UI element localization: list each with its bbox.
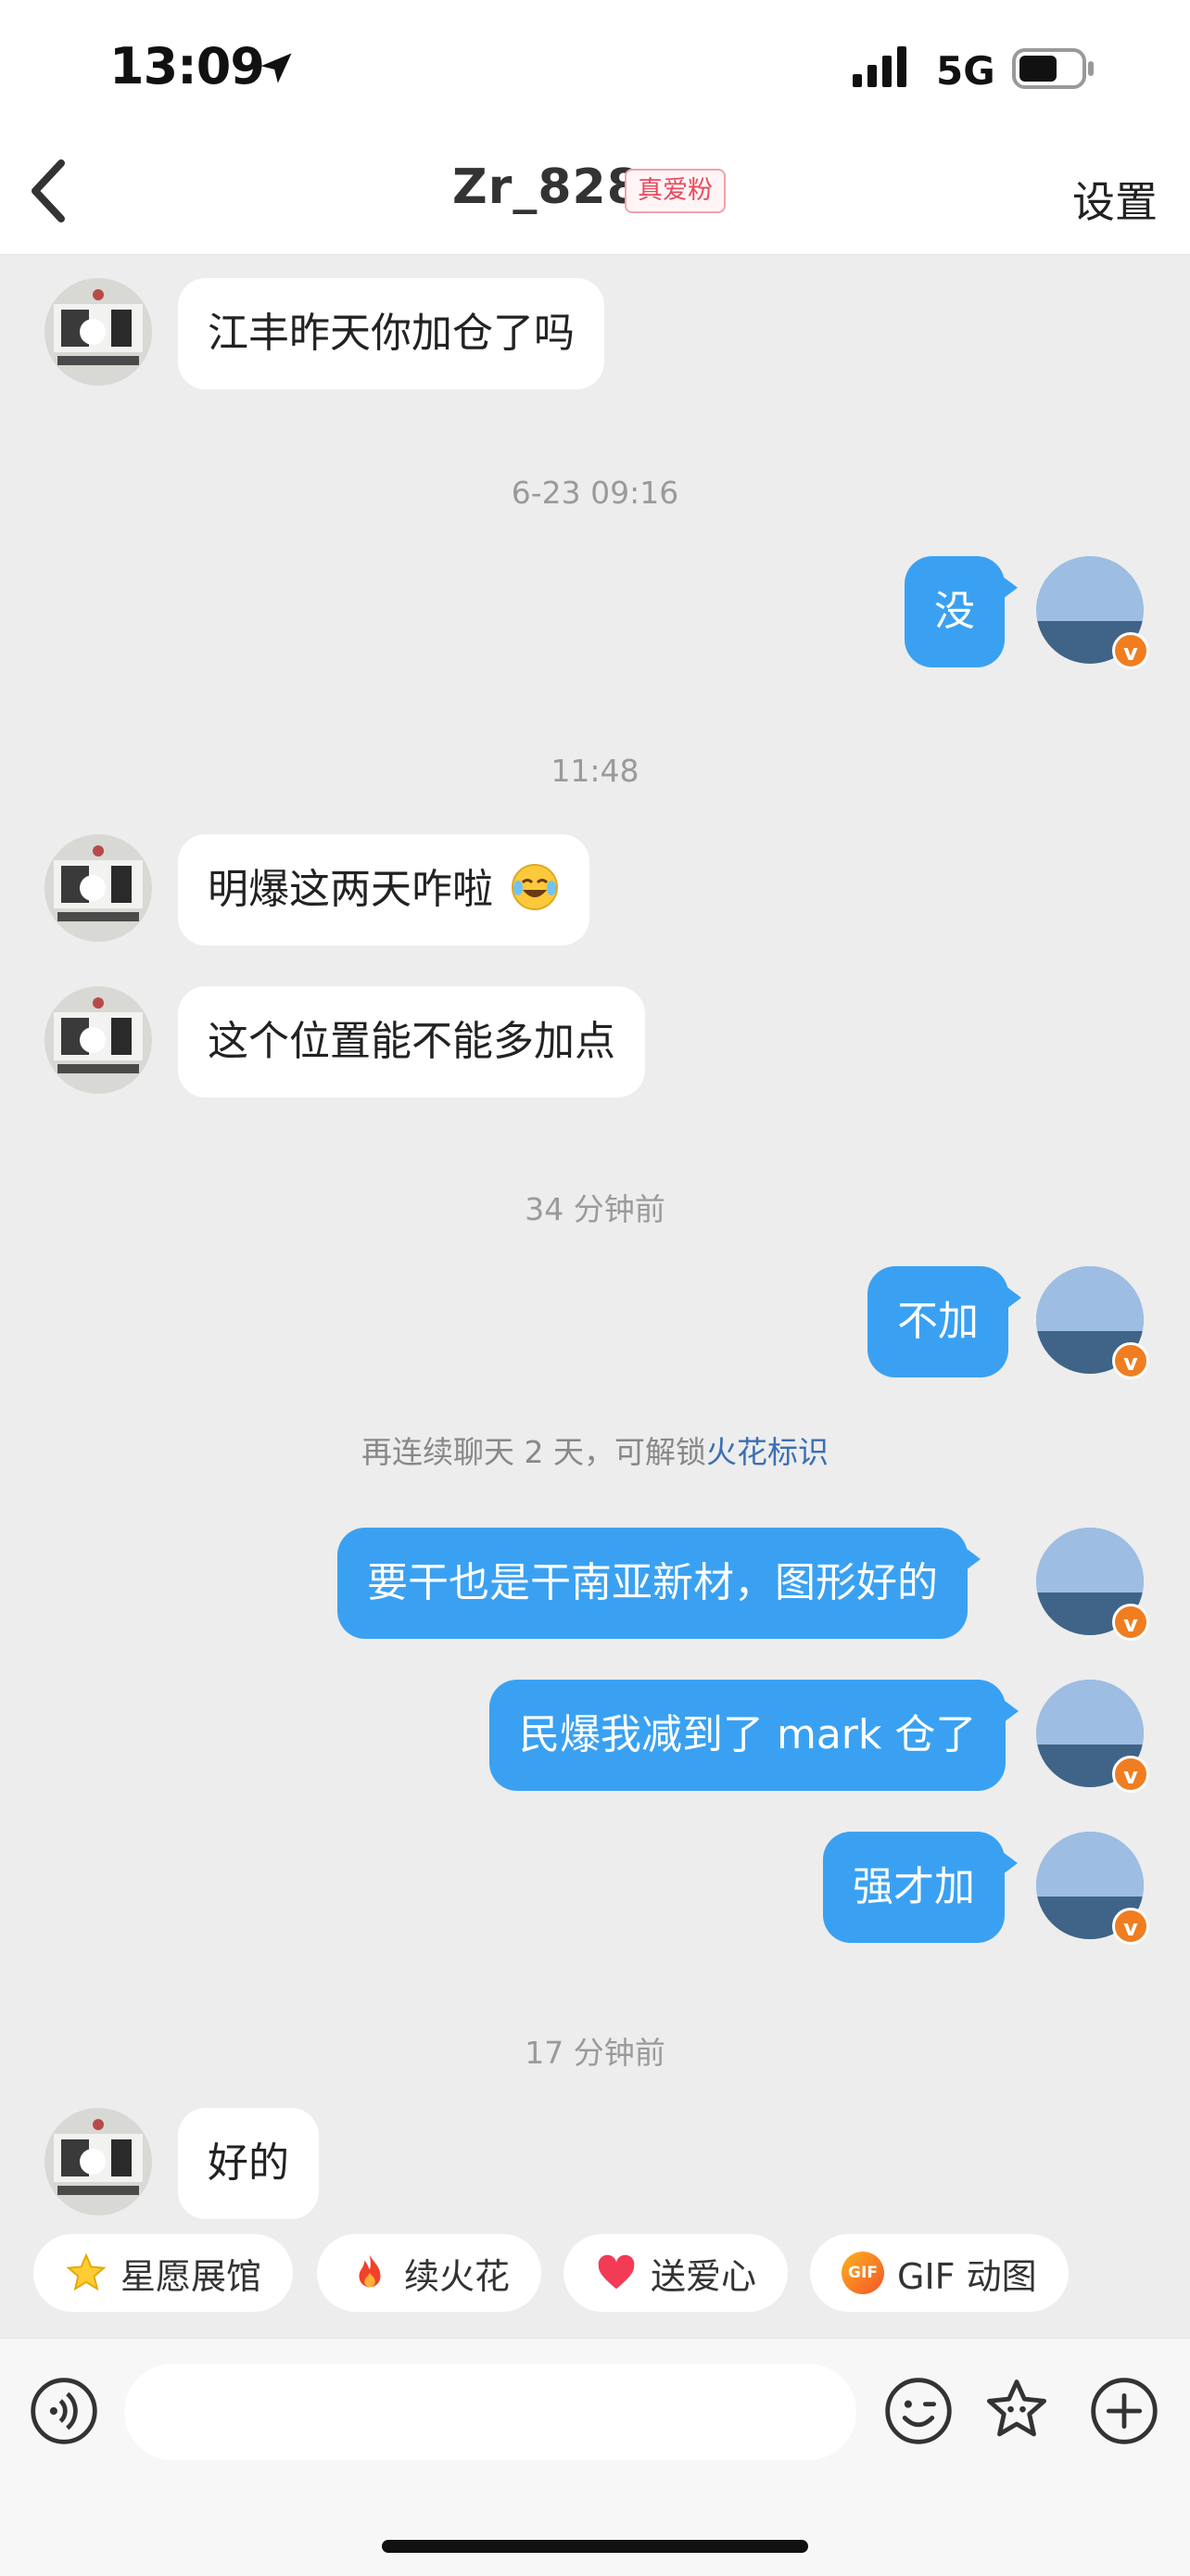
message-timestamp: 11:48: [551, 753, 639, 789]
contact-avatar[interactable]: [44, 2108, 152, 2215]
voice-icon[interactable]: [30, 2377, 98, 2445]
settings-button[interactable]: 设置: [1072, 169, 1158, 230]
contact-avatar[interactable]: [44, 834, 152, 942]
home-indicator: [382, 2540, 808, 2553]
verified-badge-icon: v: [1112, 632, 1149, 669]
fire-icon: [359, 2254, 381, 2288]
message-bubble-outgoing[interactable]: 强才加: [823, 1832, 1018, 1943]
quick-action-star-gallery[interactable]: 星愿展馆: [33, 2234, 294, 2312]
emoji-icon[interactable]: [884, 2377, 953, 2445]
verified-badge-icon: v: [1112, 1604, 1149, 1641]
self-avatar[interactable]: v: [1036, 1266, 1149, 1379]
back-chevron-icon[interactable]: [28, 158, 69, 224]
battery-icon: [1012, 48, 1094, 89]
network-type: 5G: [936, 48, 995, 94]
star-icon: [66, 2252, 107, 2291]
message-timestamp: 6-23 09:16: [511, 475, 679, 511]
message-bubble-outgoing[interactable]: 要干也是干南亚新材，图形好的: [337, 1528, 981, 1639]
message-text: 明爆这两天咋啦: [208, 866, 493, 913]
signal-icon: [853, 46, 906, 87]
fan-level-badge: 真爱粉: [625, 169, 726, 213]
contact-avatar[interactable]: [44, 278, 152, 386]
verified-badge-icon: v: [1112, 1756, 1149, 1793]
verified-badge-icon: v: [1112, 1908, 1149, 1945]
message-bubble-outgoing[interactable]: 民爆我减到了 mark 仓了: [489, 1680, 1019, 1791]
message-timestamp: 17 分钟前: [525, 2035, 665, 2071]
status-time: 13:09: [109, 37, 265, 95]
heart-icon: [598, 2254, 635, 2290]
spark-badge-link[interactable]: 火花标识: [706, 1434, 829, 1470]
add-icon[interactable]: [1090, 2377, 1158, 2445]
message-bubble-incoming[interactable]: 好的: [178, 2108, 319, 2219]
message-bubble-outgoing[interactable]: 不加: [867, 1266, 1021, 1377]
contact-avatar[interactable]: [44, 986, 152, 1094]
message-bubble-outgoing[interactable]: 没: [905, 556, 1018, 667]
quick-action-gif[interactable]: GIF GIF 动图: [810, 2234, 1069, 2312]
sticker-icon[interactable]: [982, 2377, 1051, 2445]
self-avatar[interactable]: v: [1036, 1528, 1149, 1641]
gif-icon: GIF: [842, 2252, 884, 2294]
chip-label: 星愿展馆: [120, 2255, 262, 2297]
self-avatar[interactable]: v: [1036, 1680, 1149, 1793]
message-bubble-incoming[interactable]: 江丰昨天你加仓了吗: [178, 278, 604, 389]
streak-notice: 再连续聊天 2 天，可解锁火花标识: [0, 1428, 1190, 1472]
laughing-tears-emoji-icon: [512, 864, 558, 910]
chat-title[interactable]: Zr_828: [452, 159, 641, 215]
self-avatar[interactable]: v: [1036, 1832, 1149, 1945]
streak-notice-text: 再连续聊天 2 天，可解锁: [361, 1434, 706, 1470]
message-bubble-incoming[interactable]: 这个位置能不能多加点: [178, 986, 645, 1098]
message-bubble-incoming[interactable]: 明爆这两天咋啦: [178, 834, 589, 945]
location-arrow-icon: [260, 53, 292, 83]
quick-action-continue-spark[interactable]: 续火花: [317, 2234, 542, 2312]
self-avatar[interactable]: v: [1036, 556, 1149, 669]
chip-label: 续火花: [404, 2255, 511, 2297]
chip-label: GIF 动图: [897, 2255, 1037, 2297]
verified-badge-icon: v: [1112, 1342, 1149, 1379]
message-input[interactable]: [124, 2364, 856, 2460]
chip-label: 送爱心: [651, 2255, 757, 2297]
message-timestamp: 34 分钟前: [525, 1191, 665, 1227]
quick-action-send-heart[interactable]: 送爱心: [563, 2234, 789, 2312]
